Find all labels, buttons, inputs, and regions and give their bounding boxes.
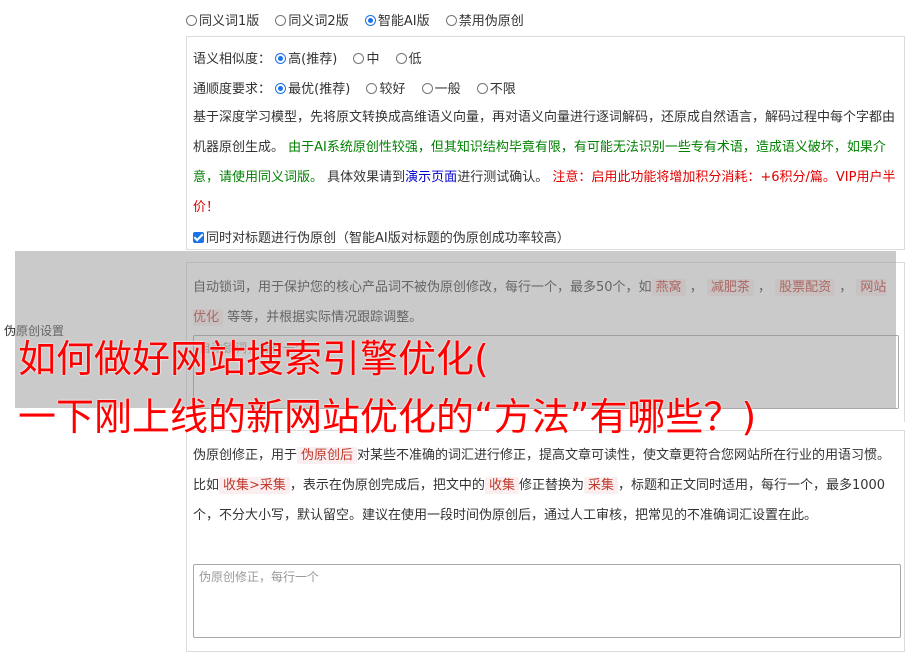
correction-description: 伪原创修正，用于 伪原创后 对某些不准确的词汇进行修正，提高文章可读性，使文章更符合… [193, 447, 891, 523]
radio-selected-icon[interactable] [275, 53, 287, 64]
mode-option-synonym2[interactable]: 同义词2版 [275, 14, 349, 29]
checkbox-checked-icon[interactable] [193, 232, 204, 243]
example-tag: 采集 [583, 477, 618, 494]
fluency-good[interactable]: 较好 [366, 82, 405, 97]
fluency-best[interactable]: 最优(推荐) [275, 82, 350, 97]
radio-icon[interactable] [275, 15, 287, 26]
example-tag: 伪原创后 [297, 447, 358, 464]
example-tag: 收集 [484, 477, 519, 494]
demo-page-link[interactable]: 演示页面 [405, 170, 457, 185]
ai-settings-panel: 语义相似度： 高(推荐) 中 低 通顺度要求： 最优(推荐) 较好 一般 不限 … [186, 36, 905, 250]
banner-line-2: 一下刚上线的新网站优化的“方法”有哪些？) [18, 395, 757, 439]
correction-panel: 伪原创修正，用于 伪原创后 对某些不准确的词汇进行修正，提高文章可读性，使文章更符合… [186, 430, 905, 652]
similarity-low[interactable]: 低 [395, 52, 422, 67]
radio-icon[interactable] [445, 15, 457, 26]
fluency-row: 通顺度要求： 最优(推荐) 较好 一般 不限 [193, 78, 528, 97]
radio-selected-icon[interactable] [364, 15, 376, 26]
article-title-banner: 如何做好网站搜索引擎优化( 一下刚上线的新网站优化的“方法”有哪些？) [18, 330, 908, 446]
radio-icon[interactable] [421, 83, 433, 94]
banner-line-1: 如何做好网站搜索引擎优化( [18, 337, 489, 381]
radio-icon[interactable] [366, 83, 378, 94]
similarity-medium[interactable]: 中 [353, 52, 379, 67]
mode-option-ai[interactable]: 智能AI版 [364, 14, 430, 29]
similarity-label: 语义相似度： [193, 52, 272, 67]
mode-option-disable[interactable]: 禁用伪原创 [445, 14, 524, 29]
title-checkbox-row[interactable]: 同时对标题进行伪原创（智能AI版对标题的伪原创成功率较高） [193, 227, 570, 246]
ai-description: 基于深度学习模型，先将原文转换成高维语义向量，再对语义向量进行逐词解码，还原成自… [193, 110, 896, 215]
radio-icon[interactable] [353, 53, 365, 64]
example-tag: 收集>采集 [219, 477, 290, 494]
correction-input[interactable]: 伪原创修正，每行一个 [193, 564, 901, 638]
fluency-label: 通顺度要求： [193, 82, 272, 97]
similarity-high[interactable]: 高(推荐) [275, 52, 337, 67]
fluency-normal[interactable]: 一般 [421, 82, 461, 97]
radio-icon[interactable] [186, 15, 197, 26]
mode-option-synonym1[interactable]: 同义词1版 [186, 14, 259, 29]
radio-icon[interactable] [395, 53, 407, 64]
title-checkbox-label: 同时对标题进行伪原创（智能AI版对标题的伪原创成功率较高） [206, 231, 570, 246]
radio-selected-icon[interactable] [275, 83, 287, 94]
similarity-row: 语义相似度： 高(推荐) 中 低 [193, 48, 434, 67]
radio-icon[interactable] [476, 83, 488, 94]
fluency-unlimited[interactable]: 不限 [476, 82, 516, 97]
mode-selector: 同义词1版 同义词2版 智能AI版 禁用伪原创 [186, 10, 536, 29]
